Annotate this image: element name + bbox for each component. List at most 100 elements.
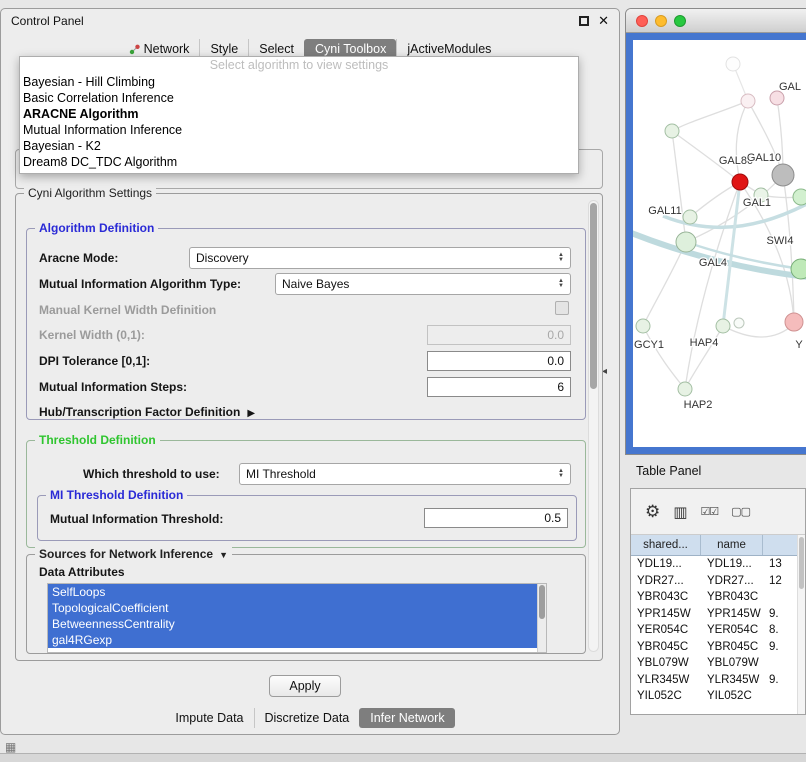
table-cell: YLR345W [631, 674, 701, 686]
mi-threshold-definition-title: MI Threshold Definition [46, 488, 187, 502]
network-node[interactable] [741, 94, 755, 108]
tab-label: jActiveModules [407, 42, 491, 56]
attribute-list-scrollbar[interactable] [537, 584, 546, 652]
network-node[interactable] [636, 319, 650, 333]
column-header[interactable]: shared... [631, 535, 701, 555]
hub-definition-expander[interactable]: Hub/Transcription Factor Definition▶ [39, 405, 255, 419]
network-edge [723, 324, 794, 337]
aracne-mode-value: Discovery [196, 251, 249, 265]
table-row[interactable]: YBL079WYBL079W [631, 655, 805, 672]
apply-button[interactable]: Apply [269, 675, 341, 697]
algorithm-option[interactable]: ARACNE Algorithm [20, 106, 578, 122]
combo-arrows-icon: ▲▼ [558, 469, 564, 479]
manual-kernel-width-checkbox[interactable] [555, 301, 569, 315]
network-node[interactable] [772, 164, 794, 186]
attribute-item[interactable]: BetweennessCentrality [48, 616, 537, 632]
mi-algorithm-type-select[interactable]: Naive Bayes ▲▼ [275, 273, 571, 295]
attribute-list[interactable]: SelfLoopsTopologicalCoefficientBetweenne… [47, 583, 547, 653]
network-node[interactable] [734, 318, 744, 328]
table-row[interactable]: YIL052CYIL052C [631, 688, 805, 705]
network-node[interactable] [676, 232, 696, 252]
mi-steps-field[interactable]: 6 [427, 377, 571, 397]
scrollbar-thumb[interactable] [799, 537, 804, 589]
algorithm-definition-group: Algorithm Definition Aracne Mode: Discov… [26, 228, 586, 420]
bottom-tab-infer-network[interactable]: Infer Network [359, 708, 454, 728]
network-node[interactable] [683, 210, 697, 224]
table-row[interactable]: YDL19...YDL19...13 [631, 556, 805, 573]
mi-steps-label: Mutual Information Steps: [39, 380, 187, 394]
table-row[interactable]: YER054CYER054C8. [631, 622, 805, 639]
aracne-mode-select[interactable]: Discovery ▲▼ [189, 247, 571, 269]
network-node[interactable] [726, 57, 740, 71]
bottom-tab-discretize-data[interactable]: Discretize Data [254, 708, 360, 728]
attribute-item[interactable]: gal4RGexp [48, 632, 537, 648]
attribute-item[interactable]: SelfLoops [48, 584, 537, 600]
columns-icon[interactable]: ▥ [673, 503, 687, 521]
network-node[interactable] [732, 174, 748, 190]
table-panel-title: Table Panel [636, 464, 701, 478]
network-node[interactable] [791, 259, 806, 279]
algorithm-option[interactable]: Dream8 DC_TDC Algorithm [20, 154, 578, 170]
table-toolbar: ⚙ ▥ ☑☑ ▢▢ [631, 489, 805, 535]
control-panel-titlebar[interactable]: Control Panel ✕ [1, 9, 619, 33]
deselect-all-columns-icon[interactable]: ▢▢ [731, 505, 750, 518]
network-canvas-svg: GALGAL80GAL10GAL11GAL1SWI4GAL4GCY1HAP4HA… [633, 40, 806, 447]
node-label: GAL10 [747, 152, 781, 164]
algorithm-option[interactable]: Mutual Information Inference [20, 122, 578, 138]
table-scrollbar[interactable] [797, 535, 805, 714]
sources-expander[interactable]: Sources for Network Inference▼ [35, 547, 232, 561]
select-all-columns-icon[interactable]: ☑☑ [700, 505, 718, 518]
close-icon[interactable]: ✕ [598, 16, 609, 26]
dpi-tolerance-field[interactable]: 0.0 [427, 351, 571, 371]
table-cell: YBR045C [701, 641, 763, 653]
table-row[interactable]: YDR27...YDR27...12 [631, 573, 805, 590]
network-tab-icon [129, 44, 140, 55]
mi-threshold-definition-group: MI Threshold Definition Mutual Informati… [37, 495, 577, 541]
algorithm-dropdown-popup: Select algorithm to view settings Bayesi… [19, 56, 579, 174]
table-cell: YDL19... [701, 558, 763, 570]
desktop: Control Panel ✕ NetworkStyleSelectCyni T… [0, 0, 806, 762]
node-label: GAL [779, 81, 801, 93]
table-cell: YBL079W [701, 657, 763, 669]
gear-icon[interactable]: ⚙ [645, 502, 660, 522]
zoom-traffic-light[interactable] [674, 15, 686, 27]
table-cell: YPR145W [701, 608, 763, 620]
close-traffic-light[interactable] [636, 15, 648, 27]
algorithm-option[interactable]: Bayesian - K2 [20, 138, 578, 154]
minimize-traffic-light[interactable] [655, 15, 667, 27]
expand-right-icon: ▶ [247, 408, 255, 419]
table-cell: YBL079W [631, 657, 701, 669]
node-label: HAP4 [690, 337, 719, 349]
settings-scrollbar[interactable] [588, 200, 599, 652]
network-window-titlebar[interactable] [626, 9, 806, 33]
network-canvas[interactable]: GALGAL80GAL10GAL11GAL1SWI4GAL4GCY1HAP4HA… [633, 40, 806, 447]
column-header[interactable]: name [701, 535, 763, 555]
kernel-width-field[interactable]: 0.0 [427, 325, 571, 345]
algorithm-option[interactable]: Basic Correlation Inference [20, 90, 578, 106]
collapse-down-icon: ▼ [219, 550, 228, 560]
network-node[interactable] [770, 91, 784, 105]
algorithm-option[interactable]: Bayesian - Hill Climbing [20, 74, 578, 90]
kernel-width-value: 0.0 [547, 328, 564, 342]
algorithm-option-list: Bayesian - Hill ClimbingBasic Correlatio… [20, 74, 578, 170]
network-node[interactable] [785, 313, 803, 331]
kernel-width-label: Kernel Width (0,1): [39, 328, 145, 342]
network-view-frame: GALGAL80GAL10GAL11GAL1SWI4GAL4GCY1HAP4HA… [626, 33, 806, 454]
network-node[interactable] [678, 382, 692, 396]
network-node[interactable] [716, 319, 730, 333]
bottom-tab-impute-data[interactable]: Impute Data [165, 708, 253, 728]
table-rows: YDL19...YDL19...13YDR27...YDR27...12YBR0… [631, 556, 805, 705]
network-node[interactable] [793, 189, 806, 205]
table-row[interactable]: YBR045CYBR045C9. [631, 639, 805, 656]
table-row[interactable]: YLR345WYLR345W9. [631, 672, 805, 689]
scrollbar-thumb[interactable] [590, 203, 597, 389]
which-threshold-select[interactable]: MI Threshold ▲▼ [239, 463, 571, 485]
node-label: GAL11 [648, 205, 681, 217]
network-node[interactable] [665, 124, 679, 138]
mi-threshold-field[interactable]: 0.5 [424, 508, 568, 528]
table-row[interactable]: YBR043CYBR043C [631, 589, 805, 606]
float-window-icon[interactable] [579, 16, 589, 26]
attribute-item[interactable]: TopologicalCoefficient [48, 600, 537, 616]
panel-grid-icon[interactable]: ▦ [5, 740, 16, 754]
table-row[interactable]: YPR145WYPR145W9. [631, 606, 805, 623]
